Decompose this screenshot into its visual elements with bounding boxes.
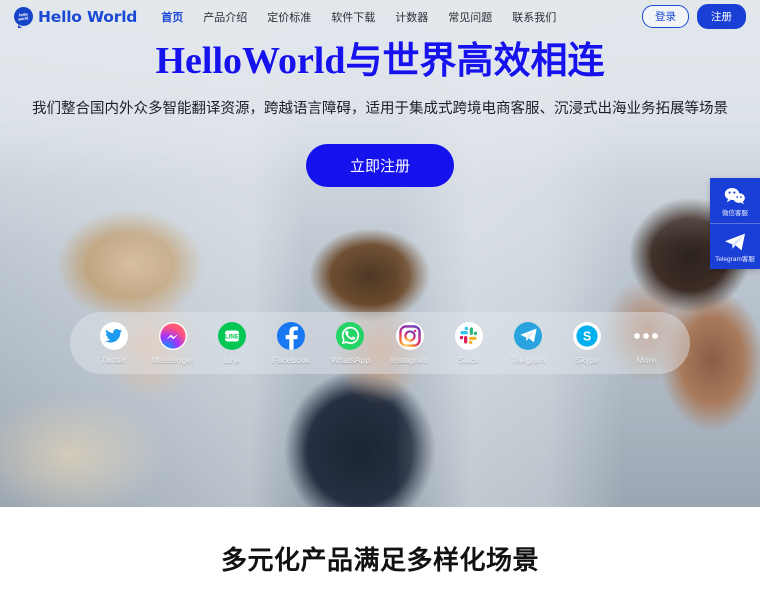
landing-page: hello world Hello World 首页 产品介绍 定价标准 软件下…: [0, 0, 760, 600]
widget-item-telegram[interactable]: Telegram客服: [710, 223, 760, 269]
messenger-icon: [158, 321, 187, 350]
social-label-facebook: Facebook: [272, 354, 310, 365]
logo-mark-line2: world: [18, 14, 29, 22]
social-label-telegram: Telegram: [510, 354, 546, 365]
svg-text:LINE: LINE: [225, 333, 239, 340]
top-navbar: hello world Hello World 首页 产品介绍 定价标准 软件下…: [0, 0, 760, 33]
hero-title: HelloWorld与世界高效相连: [0, 39, 760, 84]
facebook-icon: [277, 321, 306, 350]
nav-item-faq[interactable]: 常见问题: [438, 9, 502, 25]
slack-icon: [454, 321, 483, 350]
line-icon: LINE: [218, 321, 246, 350]
svg-text:S: S: [583, 329, 591, 343]
social-label-whatsapp: WhatsApp: [330, 354, 371, 365]
social-label-line: Line: [223, 354, 241, 365]
widget-label-telegram: Telegram客服: [715, 256, 755, 264]
nav-item-products[interactable]: 产品介绍: [193, 9, 257, 25]
social-item-skype[interactable]: S Skype: [558, 321, 617, 365]
social-item-whatsapp[interactable]: WhatsApp: [321, 321, 380, 365]
social-item-more[interactable]: More: [617, 322, 676, 365]
social-label-more: More: [636, 354, 657, 365]
brand-name: Hello World: [38, 7, 138, 26]
social-item-twitter[interactable]: Twitter: [84, 321, 143, 365]
login-button[interactable]: 登录: [642, 5, 689, 28]
speech-bubble-logo-icon: hello world: [14, 7, 33, 28]
social-item-messenger[interactable]: Messenger: [143, 321, 202, 365]
hero-title-cn: 与世界高效相连: [345, 39, 605, 82]
wechat-icon: [713, 185, 757, 207]
section-title: 多元化产品满足多样化场景: [220, 546, 539, 576]
social-platforms-bar: Twitter Messenger LINE Line Facebook Wha…: [70, 312, 690, 374]
nav-links: 首页 产品介绍 定价标准 软件下载 计数器 常见问题 联系我们: [151, 9, 566, 25]
social-label-twitter: Twitter: [101, 354, 127, 365]
skype-icon: S: [573, 321, 602, 350]
instagram-icon: [395, 321, 424, 350]
social-label-instagram: Instagram: [390, 354, 429, 365]
more-dots-icon: [632, 322, 660, 350]
nav-item-download[interactable]: 软件下载: [321, 9, 385, 25]
telegram-icon: [514, 321, 543, 350]
floating-contact-widget: 微信客服 Telegram客服: [710, 178, 760, 270]
widget-label-wechat: 微信客服: [722, 210, 748, 217]
social-item-line[interactable]: LINE Line: [202, 321, 261, 365]
hero-subtitle: 我们整合国内外众多智能翻译资源，跨越语言障碍，适用于集成式跨境电商客服、沉浸式出…: [32, 100, 728, 117]
widget-item-wechat[interactable]: 微信客服: [710, 178, 760, 223]
social-item-slack[interactable]: Slack: [439, 321, 498, 365]
features-section: 多元化产品满足多样化场景: [0, 507, 760, 600]
social-label-slack: Slack: [458, 354, 480, 365]
hero-title-en: HelloWorld: [155, 40, 346, 82]
register-button[interactable]: 注册: [697, 4, 746, 29]
social-label-skype: Skype: [575, 354, 600, 365]
social-label-messenger: Messenger: [151, 354, 194, 365]
hero-register-button[interactable]: 立即注册: [305, 143, 454, 187]
nav-item-contact[interactable]: 联系我们: [502, 9, 566, 25]
brand-logo[interactable]: hello world Hello World: [14, 7, 138, 28]
hero-content: HelloWorld与世界高效相连 我们整合国内外众多智能翻译资源，跨越语言障碍…: [0, 39, 760, 187]
social-item-instagram[interactable]: Instagram: [380, 321, 439, 365]
social-item-facebook[interactable]: Facebook: [262, 321, 321, 365]
nav-actions: 登录 注册: [642, 4, 746, 29]
whatsapp-icon: [336, 321, 365, 350]
telegram-icon: [713, 231, 757, 253]
nav-item-counter[interactable]: 计数器: [385, 9, 438, 25]
social-item-telegram[interactable]: Telegram: [498, 321, 557, 365]
twitter-icon: [99, 321, 128, 350]
hero-cta-wrap: 立即注册: [0, 143, 760, 187]
nav-item-pricing[interactable]: 定价标准: [257, 9, 321, 25]
nav-item-home[interactable]: 首页: [151, 9, 193, 25]
